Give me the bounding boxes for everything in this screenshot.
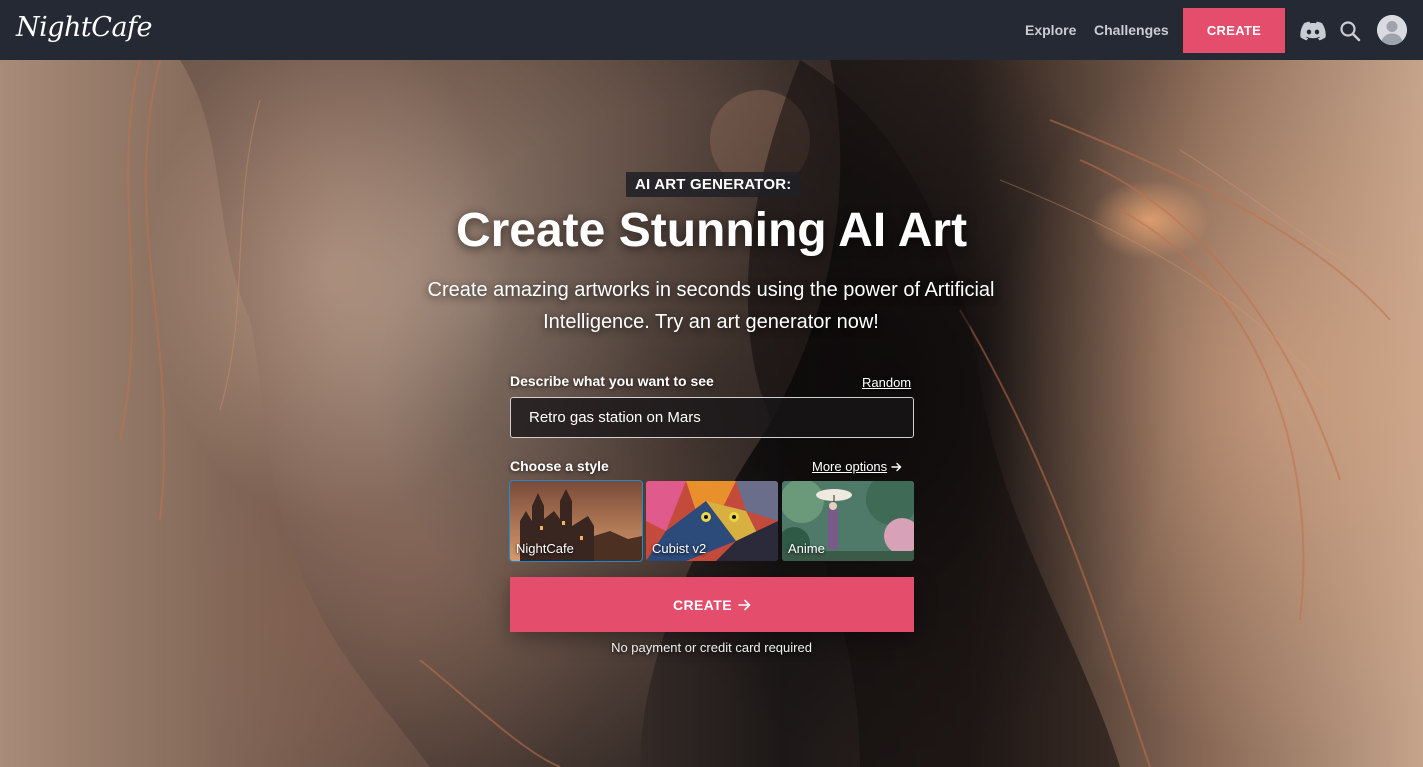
choose-style-label: Choose a style [510,458,609,474]
prompt-input[interactable] [510,397,914,438]
discord-icon[interactable] [1299,17,1327,45]
header-create-button[interactable]: CREATE [1183,8,1285,53]
more-options-label: More options [812,459,888,474]
hero-title: Create Stunning AI Art [455,204,968,257]
style-tile-anime[interactable]: Anime [782,481,914,561]
main-create-button[interactable]: CREATE [510,577,914,632]
style-tile-label: Anime [788,541,825,556]
style-tile-label: NightCafe [516,541,574,556]
style-tile-cubist-v2[interactable]: Cubist v2 [646,481,778,561]
more-options-link[interactable]: More options [812,459,902,474]
arrow-right-icon [738,599,751,610]
nav-explore-link[interactable]: Explore [1025,22,1076,38]
random-prompt-link[interactable]: Random [862,375,911,390]
style-tile-label: Cubist v2 [652,541,707,556]
no-payment-disclaimer: No payment or credit card required [611,640,812,655]
describe-label: Describe what you want to see [510,373,714,389]
create-button-label: CREATE [673,596,732,613]
nav-challenges-link[interactable]: Challenges [1094,22,1169,38]
arrow-right-icon [891,462,902,471]
search-icon[interactable] [1336,17,1364,45]
style-tile-nightcafe[interactable]: NightCafe [509,480,643,562]
top-navigation-bar: NightCafe Explore Challenges CREATE [0,0,1423,60]
hero-subtitle: Create amazing artworks in seconds using… [427,279,995,333]
user-avatar[interactable] [1377,15,1407,45]
nightcafe-logo[interactable]: NightCafe [16,12,153,43]
hero-eyebrow-badge: AI ART GENERATOR: [626,172,801,197]
